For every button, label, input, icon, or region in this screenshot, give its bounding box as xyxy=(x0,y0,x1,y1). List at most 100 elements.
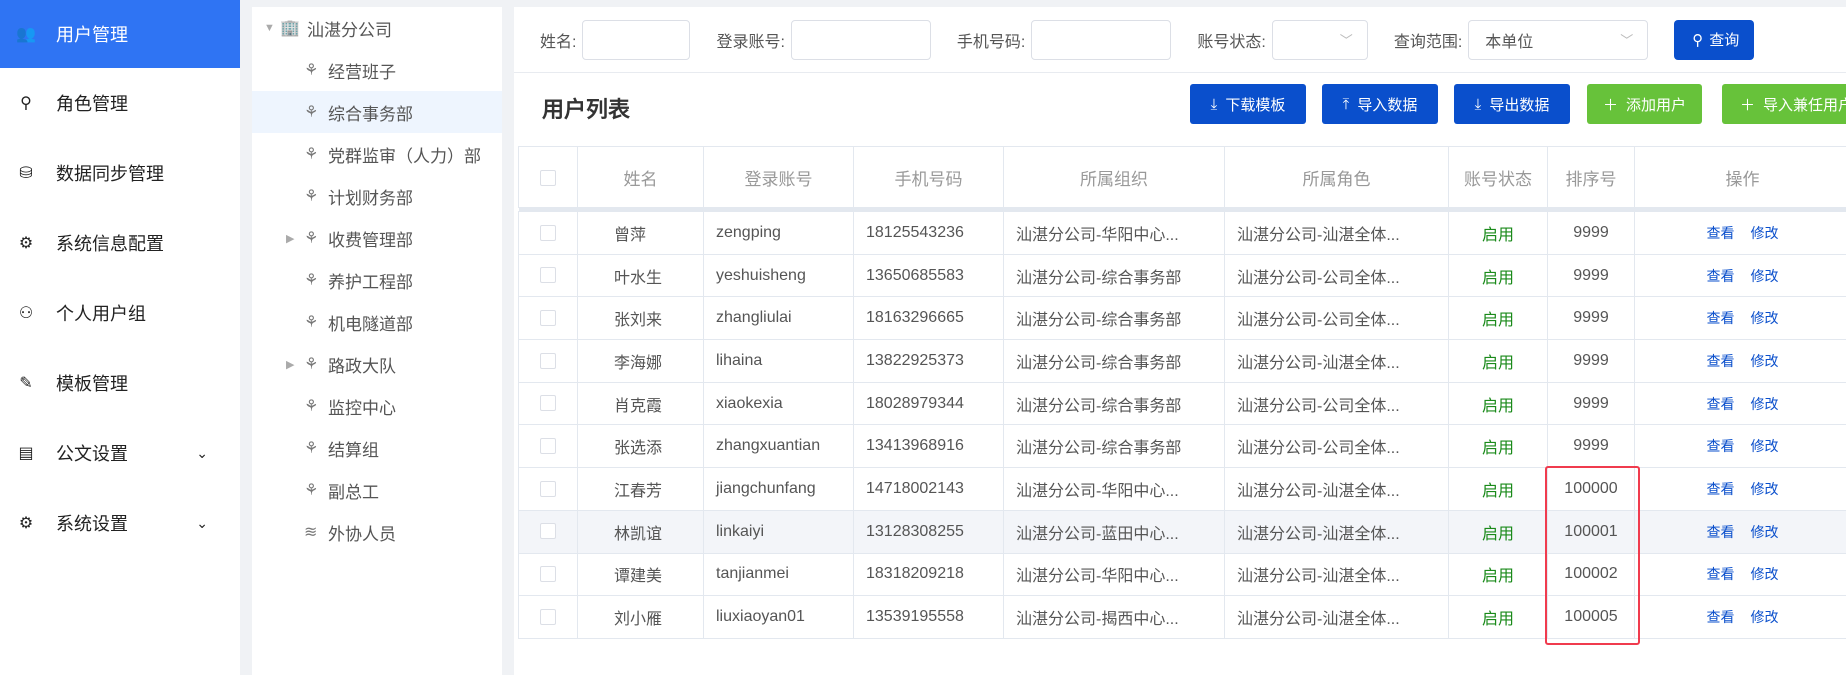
row-checkbox[interactable] xyxy=(540,608,556,625)
actions-cell: 查看 修改 xyxy=(1634,509,1846,554)
sidebar-item[interactable]: 👥 用户管理 xyxy=(0,0,240,68)
tree-node[interactable]: ≋ 外协人员 xyxy=(252,511,502,553)
cell: 启用 xyxy=(1448,509,1548,554)
view-link[interactable]: 查看 xyxy=(1707,609,1735,625)
view-link[interactable]: 查看 xyxy=(1707,438,1735,454)
cell: 13413968916 xyxy=(853,424,1004,469)
view-link[interactable]: 查看 xyxy=(1707,268,1735,284)
edit-link[interactable]: 修改 xyxy=(1751,353,1779,369)
select-all-checkbox[interactable] xyxy=(540,169,556,186)
org-unit-icon: ⚘ xyxy=(304,146,319,163)
table-row[interactable]: 谭建美 tanjianmei 18318209218 汕湛分公司-华阳中心... 汕湛分… xyxy=(518,552,1846,597)
sidebar-item-label: 系统设置 xyxy=(56,514,128,534)
download-template-button[interactable]: ⤓ 下载模板 xyxy=(1190,84,1306,124)
import-concurrent-users-button[interactable]: ＋ 导入兼任用户 xyxy=(1722,84,1846,124)
tree-node[interactable]: ⚘ 监控中心 xyxy=(252,385,502,427)
view-link[interactable]: 查看 xyxy=(1707,225,1735,241)
actions-cell: 查看 修改 xyxy=(1634,211,1846,255)
sidebar-item[interactable]: ⚇ 个人用户组 xyxy=(0,278,240,348)
sidebar-item-label: 数据同步管理 xyxy=(56,164,164,184)
tree-node[interactable]: ▶ ⚘ 收费管理部 xyxy=(252,217,502,259)
table-row[interactable]: 刘小雁 liuxiaoyan01 13539195558 汕湛分公司-揭西中心... 汕… xyxy=(518,595,1846,639)
search-label: 查询 xyxy=(1709,32,1740,49)
view-link[interactable]: 查看 xyxy=(1707,353,1735,369)
settings-icon: ⚙ xyxy=(18,515,34,532)
download-icon: ⤓ xyxy=(1210,95,1218,113)
table-row[interactable]: 张选添 zhangxuantian 13413968916 汕湛分公司-综合事务部 汕湛… xyxy=(518,424,1846,469)
row-checkbox[interactable] xyxy=(540,309,556,326)
toolbar: 用户列表 ⤓ 下载模板 ⤒ 导入数据 ⤓ 导出数据 ＋ 添加用户 ＋ 导入兼任用户 xyxy=(514,84,1846,124)
cell: 汕湛分公司-汕湛全体... xyxy=(1224,552,1449,597)
row-checkbox[interactable] xyxy=(540,566,556,583)
add-user-button[interactable]: ＋ 添加用户 xyxy=(1587,84,1702,124)
export-data-button[interactable]: ⤓ 导出数据 xyxy=(1454,84,1570,124)
edit-link[interactable]: 修改 xyxy=(1751,225,1779,241)
view-link[interactable]: 查看 xyxy=(1707,396,1735,412)
org-unit-icon: ⚘ xyxy=(304,482,319,499)
sidebar-item-label: 个人用户组 xyxy=(56,304,146,324)
tree-node[interactable]: ⚘ 计划财务部 xyxy=(252,175,502,217)
row-checkbox[interactable] xyxy=(540,224,556,241)
account-input[interactable] xyxy=(790,19,931,60)
edit-link[interactable]: 修改 xyxy=(1751,310,1779,326)
edit-link[interactable]: 修改 xyxy=(1751,609,1779,625)
sidebar-item[interactable]: ✎ 模板管理 xyxy=(0,348,240,418)
cell: 启用 xyxy=(1448,381,1548,426)
tree-node[interactable]: ⚘ 经营班子 xyxy=(252,49,502,91)
tree-node-label: 汕湛分公司 xyxy=(307,20,392,40)
tree-node[interactable]: ⚘ 结算组 xyxy=(252,427,502,469)
name-input[interactable] xyxy=(582,19,691,60)
row-select-cell xyxy=(518,509,578,554)
sidebar-item[interactable]: ⛁ 数据同步管理 xyxy=(0,138,240,208)
tree-node-root[interactable]: ▼ 🏢 汕湛分公司 xyxy=(252,7,502,49)
view-link[interactable]: 查看 xyxy=(1707,481,1735,497)
edit-link[interactable]: 修改 xyxy=(1751,524,1779,540)
table-row[interactable]: 叶水生 yeshuisheng 13650685583 汕湛分公司-综合事务部 汕湛分公… xyxy=(518,253,1846,298)
import-data-button[interactable]: ⤒ 导入数据 xyxy=(1322,84,1438,124)
search-icon: ⚲ xyxy=(1692,31,1704,49)
tree-node[interactable]: ⚘ 综合事务部 xyxy=(252,91,502,133)
table-row[interactable]: 曾萍 zengping 18125543236 汕湛分公司-华阳中心... 汕湛分公司-… xyxy=(518,211,1846,255)
cell: 林凯谊 xyxy=(577,509,704,554)
filter-bar: 姓名: 登录账号: 手机号码: 账号状态: ﹀ 查询范围: 本单位 ﹀ ⚲ 查询 xyxy=(514,7,1846,73)
view-link[interactable]: 查看 xyxy=(1707,310,1735,326)
row-checkbox[interactable] xyxy=(540,523,556,540)
sidebar-item[interactable]: ⚙ 系统信息配置 xyxy=(0,208,240,278)
scope-select[interactable]: 本单位 ﹀ xyxy=(1468,19,1649,60)
row-checkbox[interactable] xyxy=(540,480,556,497)
table-row[interactable]: 李海娜 lihaina 13822925373 汕湛分公司-综合事务部 汕湛分公司-汕湛… xyxy=(518,339,1846,383)
tree-node[interactable]: ⚘ 机电隧道部 xyxy=(252,301,502,343)
tree-node[interactable]: ⚘ 党群监审（人力）部 xyxy=(252,133,502,175)
plus-icon: ＋ xyxy=(1602,96,1618,114)
table-row[interactable]: 江春芳 jiangchunfang 14718002143 汕湛分公司-华阳中心...… xyxy=(518,467,1846,511)
status-select[interactable]: ﹀ xyxy=(1271,19,1368,60)
tree-node[interactable]: ▶ ⚘ 路政大队 xyxy=(252,343,502,385)
sidebar-item[interactable]: ⚲ 角色管理 xyxy=(0,68,240,138)
cell: 汕湛分公司-汕湛全体... xyxy=(1224,509,1449,554)
actions-cell: 查看 修改 xyxy=(1634,339,1846,383)
sidebar-item[interactable]: ▤ 公文设置 ⌄ xyxy=(0,418,240,488)
edit-link[interactable]: 修改 xyxy=(1751,566,1779,582)
view-link[interactable]: 查看 xyxy=(1707,524,1735,540)
tree-node-label: 党群监审（人力）部 xyxy=(328,146,481,166)
edit-link[interactable]: 修改 xyxy=(1751,396,1779,412)
view-link[interactable]: 查看 xyxy=(1707,566,1735,582)
edit-link[interactable]: 修改 xyxy=(1751,481,1779,497)
sidebar-item[interactable]: ⚙ 系统设置 ⌄ xyxy=(0,488,240,558)
edit-link[interactable]: 修改 xyxy=(1751,268,1779,284)
phone-input[interactable] xyxy=(1031,19,1172,60)
row-checkbox[interactable] xyxy=(540,267,556,284)
search-button[interactable]: ⚲ 查询 xyxy=(1674,19,1755,60)
org-unit-icon: ⚘ xyxy=(304,230,319,247)
tree-node[interactable]: ⚘ 养护工程部 xyxy=(252,259,502,301)
tree-node-label: 养护工程部 xyxy=(328,272,413,292)
row-checkbox[interactable] xyxy=(540,438,556,455)
row-checkbox[interactable] xyxy=(540,395,556,412)
row-checkbox[interactable] xyxy=(540,352,556,369)
edit-link[interactable]: 修改 xyxy=(1751,438,1779,454)
org-unit-icon: ⚘ xyxy=(304,440,319,457)
table-row[interactable]: 肖克霞 xiaokexia 18028979344 汕湛分公司-综合事务部 汕湛分公司-… xyxy=(518,381,1846,426)
table-row[interactable]: 张刘来 zhangliulai 18163296665 汕湛分公司-综合事务部 汕湛分公… xyxy=(518,296,1846,341)
table-row[interactable]: 林凯谊 linkaiyi 13128308255 汕湛分公司-蓝田中心... 汕湛分公司… xyxy=(518,509,1846,554)
tree-node[interactable]: ⚘ 副总工 xyxy=(252,469,502,511)
